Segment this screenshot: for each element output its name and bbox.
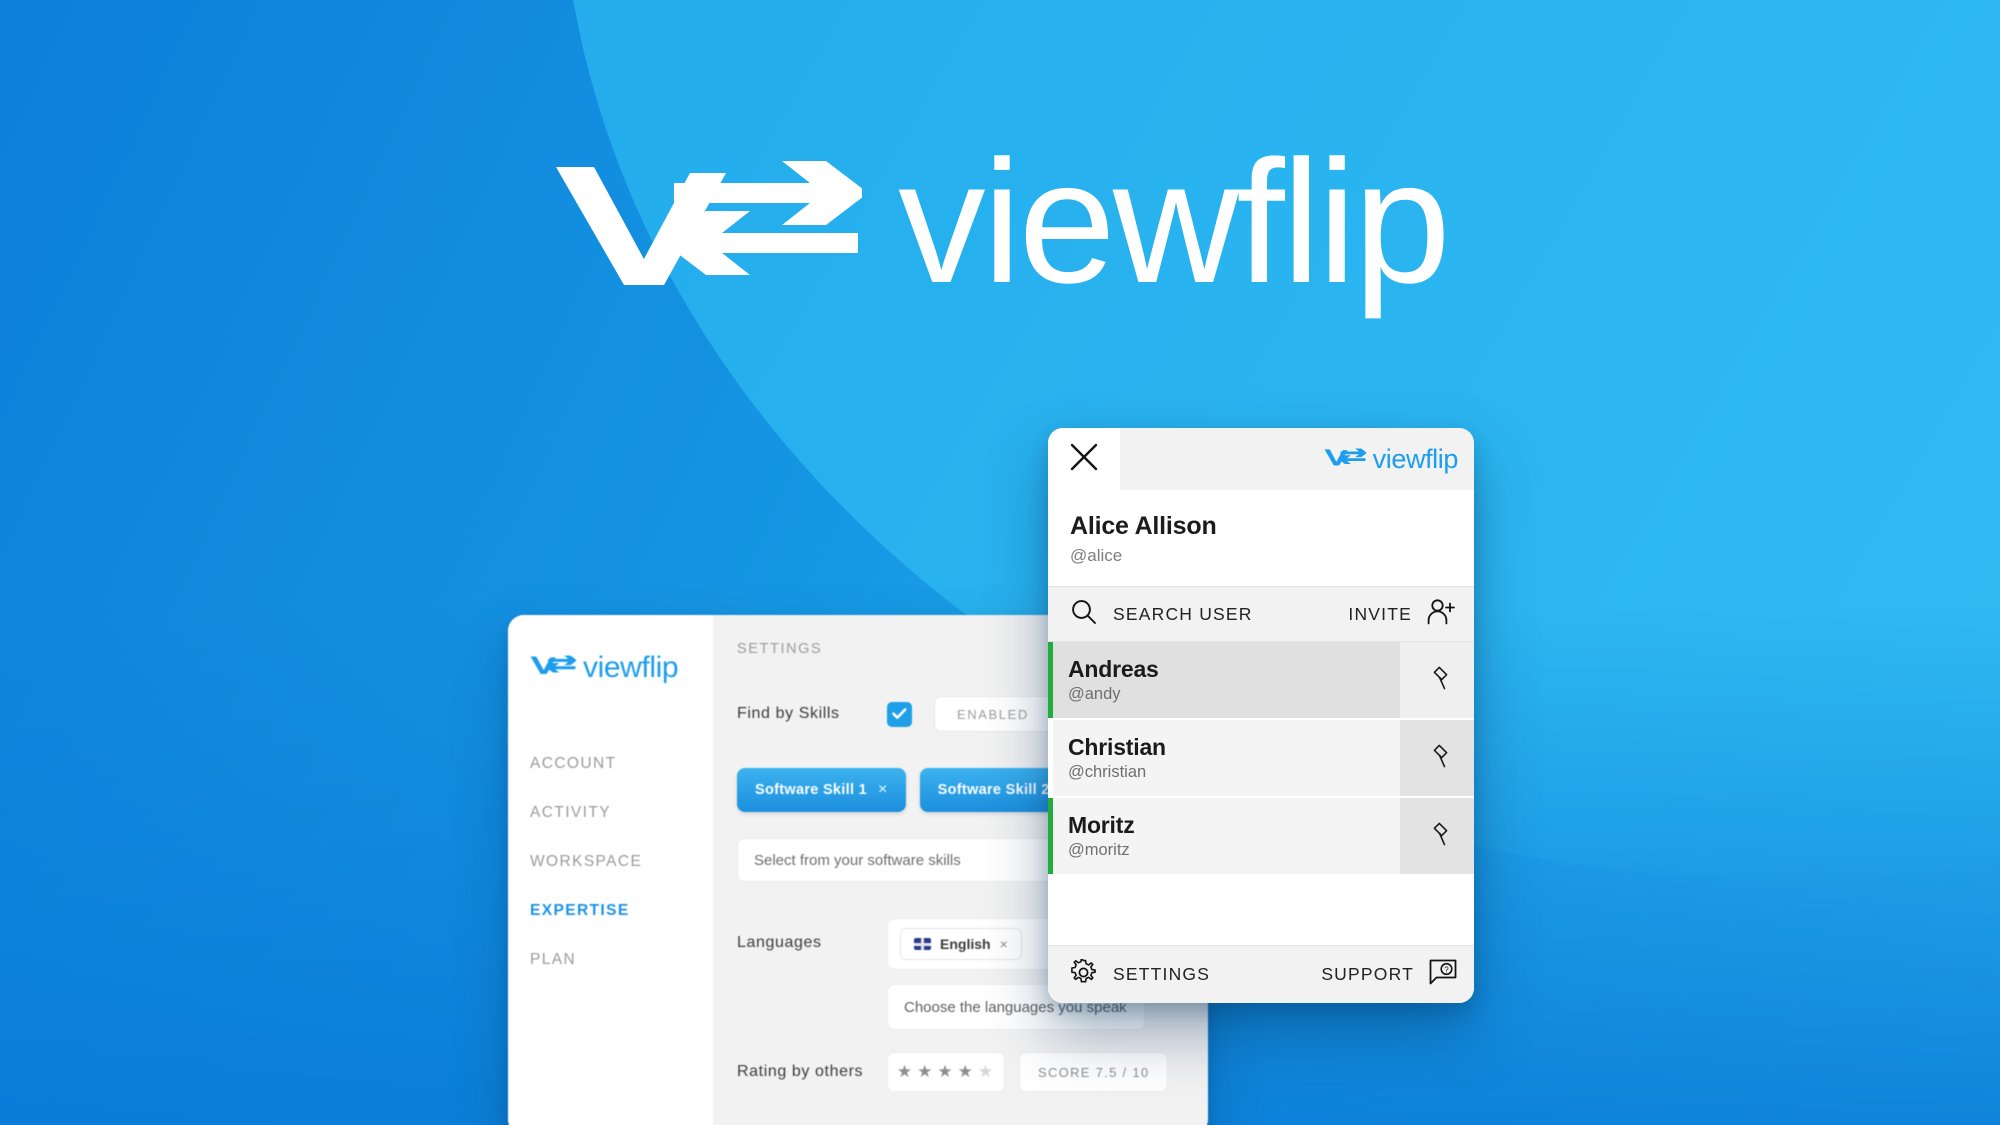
pin-button[interactable]	[1400, 720, 1474, 796]
star-icon: ★	[917, 1062, 935, 1081]
skill-chip[interactable]: Software Skill 1 ×	[737, 768, 906, 812]
star-icon: ★	[937, 1062, 955, 1081]
svg-text:?: ?	[1444, 965, 1449, 974]
user-handle: @andy	[1068, 685, 1121, 703]
hero-brand: viewflip	[0, 135, 2000, 311]
pin-icon	[1425, 665, 1449, 696]
popup-brand: viewflip	[1324, 444, 1458, 475]
find-by-skills-label: Find by Skills	[737, 705, 840, 722]
viewflip-logo-icon	[1324, 444, 1367, 475]
user-info: Christian @christian	[1053, 720, 1400, 796]
skill-chip-label: Software Skill 2	[937, 782, 1050, 798]
close-icon	[1069, 442, 1099, 477]
languages-label: Languages	[737, 934, 822, 951]
close-icon[interactable]: ×	[1000, 936, 1008, 952]
popup-footer: SETTINGS SUPPORT ?	[1048, 945, 1474, 1003]
skill-chip-label: Software Skill 1	[755, 782, 867, 798]
sidebar-brand-name: viewflip	[583, 651, 679, 684]
popup-search-bar: SEARCH USER INVITE	[1048, 586, 1474, 642]
user-list: Andreas @andy Christian @christian Morit…	[1048, 642, 1474, 945]
rating-score: SCORE 7.5 / 10	[1019, 1052, 1169, 1092]
gear-icon[interactable]	[1070, 957, 1097, 991]
find-by-skills-checkbox[interactable]	[887, 701, 912, 727]
user-handle: @moritz	[1068, 841, 1130, 859]
desktop-sidebar: viewflip ACCOUNT ACTIVITY WORKSPACE EXPE…	[508, 615, 713, 1125]
search-icon[interactable]	[1070, 598, 1097, 630]
support-chat-icon[interactable]: ?	[1428, 958, 1458, 991]
profile-handle: @alice	[1070, 546, 1123, 565]
screenshot-stage: viewflip viewflip ACCOUNT ACTIVITY WORKS…	[0, 0, 2000, 1125]
list-item[interactable]: Moritz @moritz	[1048, 798, 1474, 874]
user-info: Andreas @andy	[1053, 642, 1400, 718]
user-handle: @christian	[1068, 763, 1147, 781]
popup-profile: Alice Allison @alice	[1048, 490, 1474, 586]
viewflip-logo-icon	[530, 651, 577, 685]
flag-uk-icon	[914, 938, 931, 950]
support-label[interactable]: SUPPORT	[1321, 964, 1414, 985]
invite-label[interactable]: INVITE	[1348, 604, 1412, 625]
user-name: Andreas	[1068, 656, 1159, 682]
sidebar-item-expertise[interactable]: EXPERTISE	[530, 902, 713, 920]
pin-button[interactable]	[1400, 642, 1474, 718]
star-icon: ★	[957, 1062, 975, 1081]
user-popup-panel: viewflip Alice Allison @alice SEARCH USE…	[1048, 428, 1474, 1003]
sidebar-item-activity[interactable]: ACTIVITY	[530, 804, 713, 822]
sidebar-item-plan[interactable]: PLAN	[530, 951, 713, 969]
list-item[interactable]: Christian @christian	[1048, 720, 1474, 796]
language-chip[interactable]: English ×	[900, 928, 1022, 960]
checkmark-icon	[892, 708, 907, 720]
popup-header: viewflip	[1048, 428, 1474, 490]
hero-brand-name: viewflip	[898, 125, 1451, 320]
desktop-sidebar-nav: ACCOUNT ACTIVITY WORKSPACE EXPERTISE PLA…	[530, 755, 713, 969]
star-icon: ★	[896, 1062, 915, 1081]
user-name: Moritz	[1068, 812, 1135, 838]
user-info: Moritz @moritz	[1053, 798, 1400, 874]
language-chip-label: English	[940, 936, 991, 952]
popup-brandbar: viewflip	[1120, 428, 1474, 490]
settings-label[interactable]: SETTINGS	[1113, 964, 1210, 985]
star-icon-empty: ★	[977, 1062, 996, 1081]
search-user-label[interactable]: SEARCH USER	[1113, 604, 1253, 625]
user-add-icon[interactable]	[1426, 598, 1456, 631]
close-icon[interactable]: ×	[878, 781, 888, 799]
popup-brand-name: viewflip	[1372, 443, 1459, 474]
sidebar-item-workspace[interactable]: WORKSPACE	[530, 853, 713, 871]
rating-stars[interactable]: ★ ★ ★ ★ ★	[887, 1052, 1005, 1092]
rating-label: Rating by others	[737, 1063, 864, 1080]
list-item[interactable]: Andreas @andy	[1048, 642, 1474, 718]
user-name: Christian	[1068, 734, 1166, 760]
pin-icon	[1425, 743, 1449, 774]
pin-button[interactable]	[1400, 798, 1474, 874]
sidebar-item-account[interactable]: ACCOUNT	[530, 755, 713, 773]
profile-name: Alice Allison	[1070, 512, 1217, 540]
viewflip-logo-icon	[552, 160, 863, 301]
sidebar-brand: viewflip	[530, 651, 679, 685]
pin-icon	[1425, 821, 1449, 852]
close-button[interactable]	[1048, 428, 1120, 490]
rating-row: Rating by others ★ ★ ★ ★ ★ SCORE 7.5 / 1…	[737, 1052, 1208, 1092]
